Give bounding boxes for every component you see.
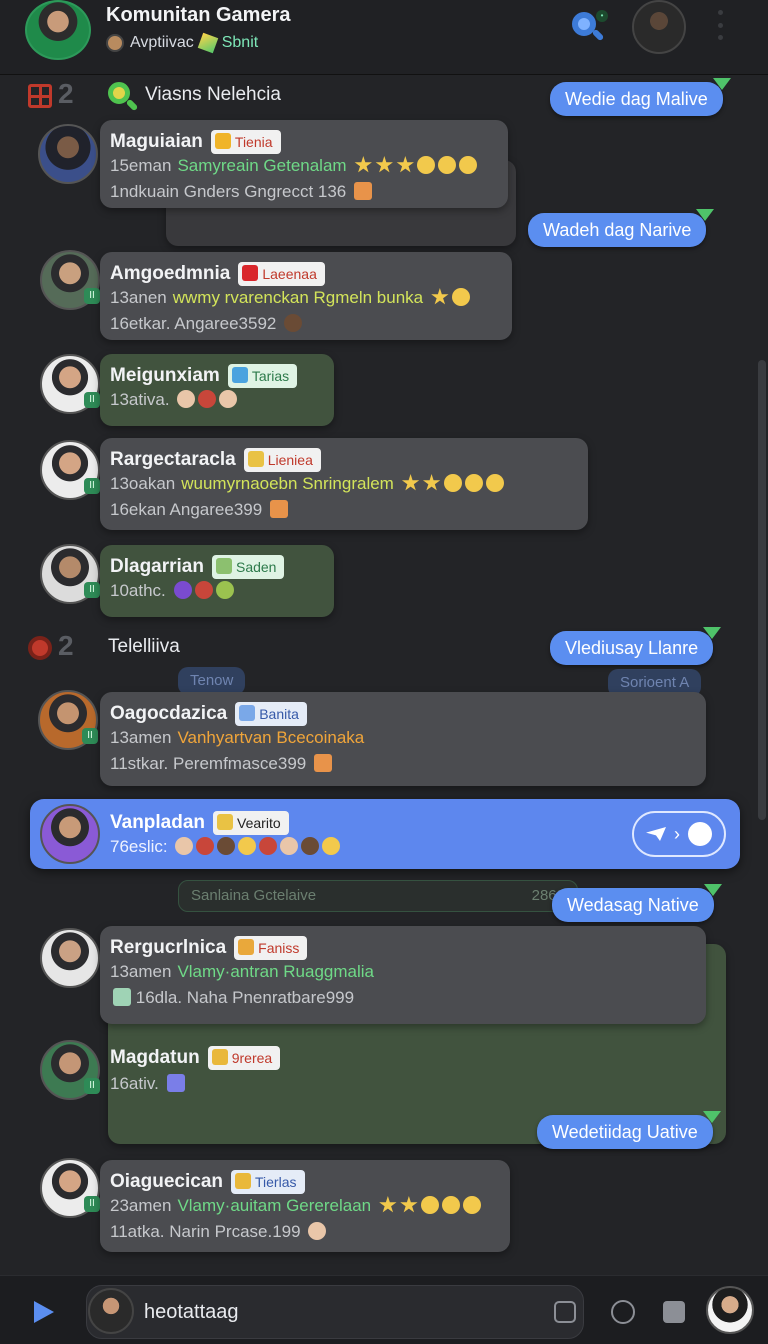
ghost-input: Sanlaina Gctelaive 2863	[178, 880, 578, 912]
status-dot-icon	[106, 34, 124, 52]
send-icon[interactable]	[646, 827, 666, 841]
user-avatar[interactable]	[632, 0, 686, 54]
message-sender: Amgoedmnia Laeenaa	[110, 262, 325, 286]
role-tag: Faniss	[234, 936, 308, 960]
more-options-icon[interactable]	[718, 10, 726, 40]
group-avatar[interactable]	[25, 0, 91, 60]
scrollbar[interactable]	[758, 360, 766, 820]
quick-reply-pill[interactable]: Vlediusay Llanre	[550, 627, 722, 665]
grid-icon	[28, 84, 52, 108]
search-icon[interactable]	[108, 82, 139, 112]
status-mode: Sbnit	[221, 34, 259, 51]
section-title: Telelliiva	[108, 636, 180, 657]
message-sender: Vanpladan Vearito	[110, 811, 289, 835]
avatar[interactable]: II	[40, 1158, 100, 1218]
avatar[interactable]	[40, 928, 100, 988]
quick-reply-pill[interactable]: Wadeh dag Narive	[528, 209, 715, 247]
gem-icon	[197, 32, 218, 54]
message-sender: Maguiaian Tienia	[110, 130, 281, 154]
role-tag: Lieniea	[243, 448, 321, 472]
message-sender: Magdatun 9rerea	[110, 1046, 281, 1070]
play-icon[interactable]	[34, 1301, 54, 1323]
message-sender: Rergucrlnica Faniss	[110, 936, 308, 960]
role-tag: Tienia	[210, 130, 281, 154]
quick-reply-pill[interactable]: Wedasag Native	[552, 884, 722, 922]
role-tag: Banita	[235, 702, 307, 726]
role-tag: 9rerea	[207, 1046, 281, 1070]
avatar[interactable]: II	[40, 1040, 100, 1100]
status-label: Avptiivac	[130, 34, 194, 51]
composer-avatar	[88, 1288, 134, 1334]
avatar[interactable]	[40, 804, 100, 864]
avatar[interactable]: II	[40, 250, 100, 310]
avatar[interactable]: II	[38, 690, 98, 750]
chat-header: Komunitan Gamera Avptiivac Sbnit •	[0, 0, 768, 75]
group-status: Avptiivac Sbnit	[106, 32, 259, 54]
self-avatar[interactable]	[706, 1286, 754, 1334]
role-tag: Vearito	[213, 811, 289, 835]
group-title: Komunitan Gamera	[106, 4, 291, 26]
message-sender: Meigunxiam Tarias	[110, 364, 298, 388]
role-tag: Saden	[211, 555, 285, 579]
avatar[interactable]: II	[40, 354, 100, 414]
compass-icon[interactable]	[688, 822, 712, 846]
emoji-icon[interactable]	[611, 1300, 635, 1324]
message-actions[interactable]: ›	[632, 811, 726, 857]
search-button[interactable]: •	[570, 8, 608, 44]
chevron-right-icon: ›	[674, 823, 680, 844]
quick-reply-pill[interactable]: Wedetiidag Uative	[537, 1111, 721, 1149]
avatar[interactable]	[38, 124, 98, 184]
avatar[interactable]: II	[40, 544, 100, 604]
sticker-icon[interactable]	[554, 1301, 576, 1323]
quick-reply-pill[interactable]: Wedie dag Malive	[550, 78, 731, 116]
avatar[interactable]: II	[40, 440, 100, 500]
message-sender: Dlagarrian Saden	[110, 555, 285, 579]
message-sender: Rargectaracla Lieniea	[110, 448, 321, 472]
section-title: Viasns Nelehcia	[145, 84, 281, 105]
role-tag: Tarias	[227, 364, 298, 388]
message-sender: Oiaguecican Tierlas	[110, 1170, 305, 1194]
search-badge: •	[596, 10, 608, 22]
ghost-label: Tenow	[178, 667, 246, 695]
lock-icon[interactable]	[663, 1301, 685, 1323]
record-icon	[28, 636, 52, 660]
role-tag: Tierlas	[231, 1170, 305, 1194]
section-count: 2	[58, 630, 74, 661]
message-input[interactable]	[144, 1296, 544, 1328]
role-tag: Laeenaa	[238, 262, 325, 286]
section-count: 2	[58, 78, 74, 109]
message-sender: Oagocdazica Banita	[110, 702, 307, 726]
